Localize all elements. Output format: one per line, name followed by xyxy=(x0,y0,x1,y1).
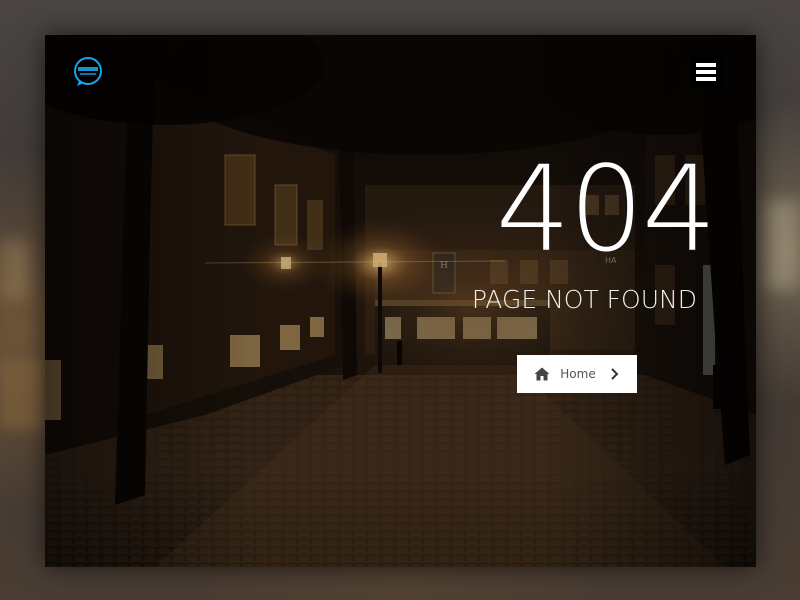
site-logo[interactable] xyxy=(73,57,103,87)
home-button-label: Home xyxy=(560,367,596,381)
hamburger-menu-icon-bar xyxy=(696,63,716,67)
chevron-right-icon xyxy=(610,368,620,380)
page-frame: H HA xyxy=(45,35,756,567)
home-button[interactable]: Home xyxy=(517,355,637,393)
backdrop-light-2 xyxy=(0,240,30,300)
hamburger-menu-icon-bar xyxy=(696,70,716,74)
backdrop-light-3 xyxy=(765,200,800,290)
home-icon xyxy=(534,367,550,381)
hamburger-menu-icon-bar xyxy=(696,77,716,81)
speech-bubble-logo-icon xyxy=(74,57,102,86)
error-code: 404 xyxy=(495,140,717,278)
error-message: PAGE NOT FOUND xyxy=(471,285,697,314)
hamburger-menu-button[interactable] xyxy=(690,56,722,88)
backdrop-light-1 xyxy=(0,360,45,430)
